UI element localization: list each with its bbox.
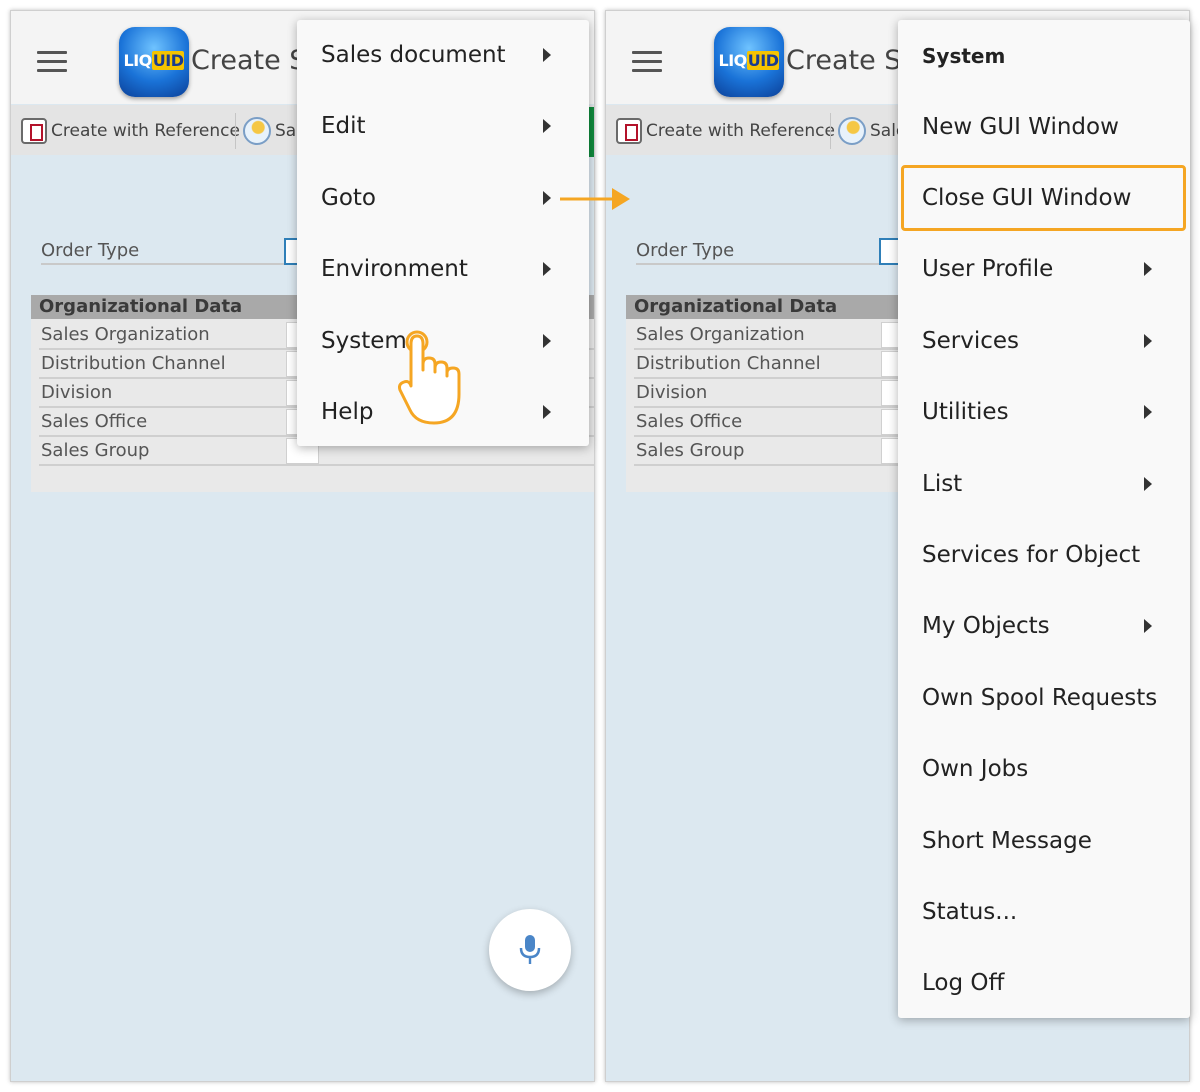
chevron-right-icon <box>543 48 551 62</box>
status-indicator <box>589 107 594 157</box>
chevron-right-icon <box>543 191 551 205</box>
toolbar-divider <box>830 113 831 149</box>
menu-item-new-gui-window[interactable]: New GUI Window <box>898 102 1190 152</box>
chevron-right-icon <box>1144 477 1152 491</box>
microphone-button[interactable] <box>489 909 571 991</box>
chevron-right-icon <box>1144 334 1152 348</box>
chevron-right-icon <box>1144 619 1152 633</box>
create-with-reference-button[interactable]: Create with Reference <box>616 117 835 145</box>
menu-item-utilities[interactable]: Utilities <box>898 387 1190 437</box>
menu-item-services-for-object[interactable]: Services for Object <box>898 530 1190 580</box>
microphone-icon <box>519 935 541 964</box>
system-submenu: System New GUI Window Close GUI Window U… <box>898 20 1190 1018</box>
chevron-right-icon <box>543 119 551 133</box>
sales-button[interactable]: Sale <box>838 117 906 145</box>
menu-item-user-profile[interactable]: User Profile <box>898 244 1190 294</box>
order-type-label: Order Type <box>636 240 735 261</box>
copy-document-icon <box>21 118 47 144</box>
divider <box>41 263 301 265</box>
liquid-logo: LIQUID <box>119 27 189 97</box>
order-type-label: Order Type <box>41 240 140 261</box>
sales-person-icon <box>243 117 271 145</box>
liquid-logo: LIQUID <box>714 27 784 97</box>
menu-item-sales-document[interactable]: Sales document <box>297 30 589 80</box>
copy-document-icon <box>616 118 642 144</box>
menu-item-close-gui-window[interactable]: Close GUI Window <box>898 173 1190 223</box>
chevron-right-icon <box>1144 262 1152 276</box>
create-with-reference-button[interactable]: Create with Reference <box>21 117 240 145</box>
chevron-right-icon <box>543 334 551 348</box>
menu-item-own-spool-requests[interactable]: Own Spool Requests <box>898 673 1190 723</box>
hamburger-menu-icon[interactable] <box>632 51 662 73</box>
hamburger-menu-icon[interactable] <box>37 51 67 73</box>
menu-item-edit[interactable]: Edit <box>297 101 589 151</box>
menu-item-services[interactable]: Services <box>898 316 1190 366</box>
menu-item-goto[interactable]: Goto <box>297 173 589 223</box>
arrow-right-icon <box>560 188 630 210</box>
menu-item-status[interactable]: Status... <box>898 887 1190 937</box>
menu-item-my-objects[interactable]: My Objects <box>898 601 1190 651</box>
menu-item-log-off[interactable]: Log Off <box>898 958 1190 1008</box>
menu-item-environment[interactable]: Environment <box>297 244 589 294</box>
chevron-right-icon <box>1144 405 1152 419</box>
menu-item-short-message[interactable]: Short Message <box>898 816 1190 866</box>
sales-button[interactable]: Sal <box>243 117 301 145</box>
menu-item-list[interactable]: List <box>898 459 1190 509</box>
toolbar-divider <box>235 113 236 149</box>
divider <box>636 263 896 265</box>
chevron-right-icon <box>543 262 551 276</box>
tap-hand-icon <box>398 330 461 425</box>
menu-item-own-jobs[interactable]: Own Jobs <box>898 744 1190 794</box>
submenu-title: System <box>922 44 1006 68</box>
chevron-right-icon <box>543 405 551 419</box>
sales-person-icon <box>838 117 866 145</box>
